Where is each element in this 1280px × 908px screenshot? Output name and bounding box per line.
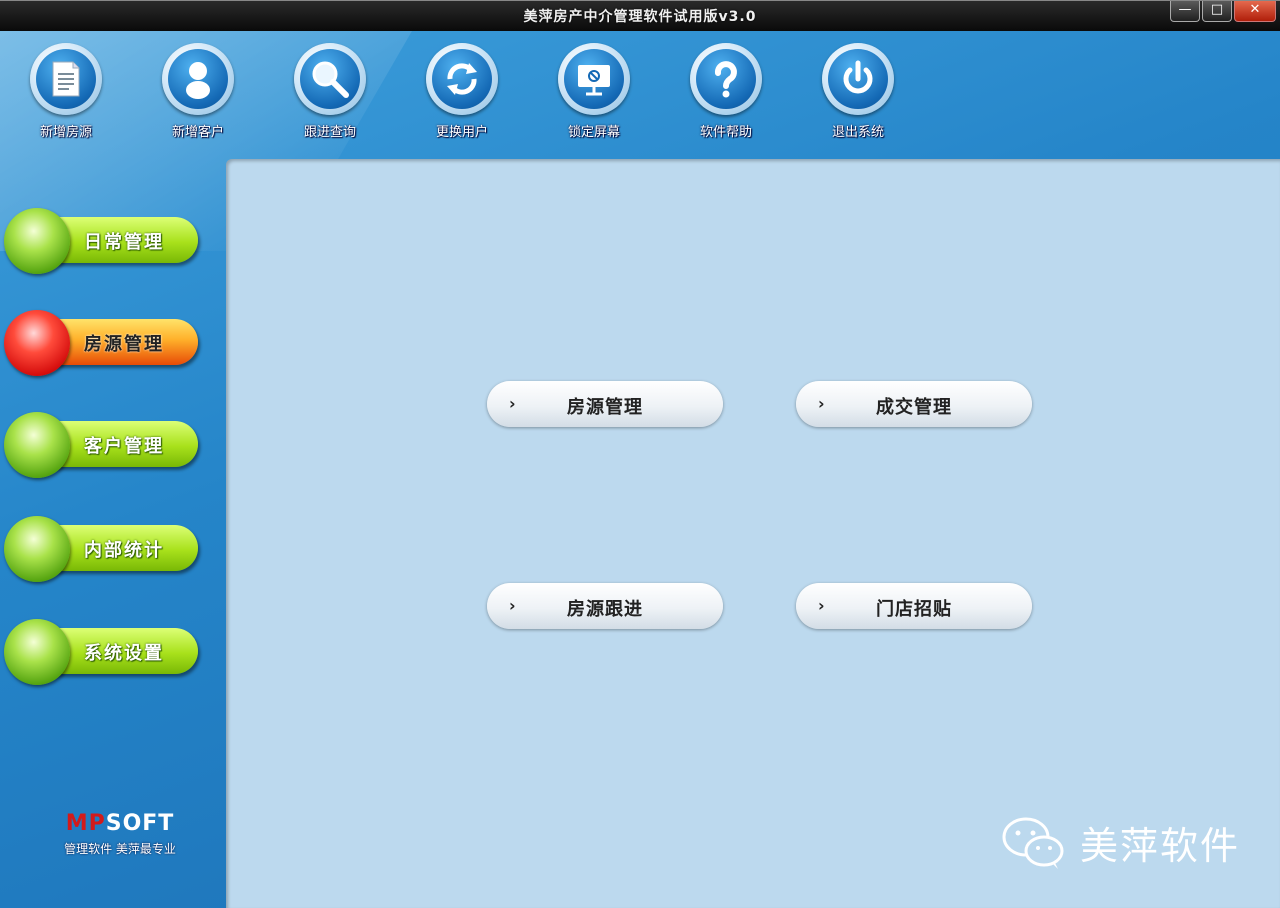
brand-logo: MPSOFT 管理软件 美萍最专业 — [40, 811, 200, 857]
logo-text: MPSOFT — [40, 811, 200, 836]
logo-mp: MP — [65, 811, 106, 836]
main-window: 新增房源 新增客户 跟进查询 更换用户 锁定屏幕 软件帮助 退出系统 日常管理 … — [0, 31, 1280, 908]
user-icon — [186, 62, 210, 99]
green-orb-icon — [4, 412, 70, 478]
toolbar-label: 锁定屏幕 — [567, 125, 620, 140]
magnifier-icon — [312, 61, 349, 98]
toolbar-new-customer[interactable]: 新增客户 — [143, 43, 253, 140]
sidebar-item-label: 系统设置 — [84, 643, 164, 664]
refresh-icon — [447, 63, 477, 95]
sidebar-item-system-settings[interactable]: 系统设置 — [4, 619, 204, 685]
sidebar-item-daily-management[interactable]: 日常管理 — [4, 208, 204, 274]
button-label: 房源管理 — [567, 397, 643, 418]
store-poster-button[interactable]: › 门店招贴 — [796, 583, 1032, 629]
listing-management-button[interactable]: › 房源管理 — [487, 381, 723, 427]
toolbar-label: 软件帮助 — [699, 125, 752, 140]
sidebar-item-label: 日常管理 — [84, 232, 164, 253]
watermark-text: 美萍软件 — [1079, 824, 1240, 868]
toolbar-label: 更换用户 — [435, 125, 488, 140]
sidebar-item-listing-management[interactable]: 房源管理 — [4, 310, 204, 376]
toolbar-switch-user[interactable]: 更换用户 — [407, 43, 517, 140]
sidebar-item-label: 内部统计 — [84, 540, 164, 561]
window-controls: — □ ✕ — [1170, 1, 1276, 22]
sidebar-item-label: 客户管理 — [84, 436, 164, 457]
green-orb-icon — [4, 516, 70, 582]
content-panel: › 房源管理 › 成交管理 › 房源跟进 › 门店招贴 美萍软件 — [226, 159, 1280, 908]
question-icon — [714, 61, 737, 98]
toolbar-label: 退出系统 — [831, 125, 884, 140]
red-orb-icon — [4, 310, 70, 376]
toolbar-follow-up-query[interactable]: 跟进查询 — [275, 43, 385, 140]
sidebar-item-internal-statistics[interactable]: 内部统计 — [4, 516, 204, 582]
button-label: 房源跟进 — [567, 599, 643, 620]
title-bar: 美萍房产中介管理软件试用版v3.0 — □ ✕ — [0, 0, 1280, 31]
green-orb-icon — [4, 208, 70, 274]
toolbar-label: 新增房源 — [39, 125, 92, 140]
toolbar-label: 跟进查询 — [303, 125, 356, 140]
window-title: 美萍房产中介管理软件试用版v3.0 — [523, 9, 757, 25]
sidebar: 日常管理 房源管理 客户管理 内部统计 系统设置 MPSOFT 管理软件 美萍最… — [0, 156, 225, 908]
deal-management-button[interactable]: › 成交管理 — [796, 381, 1032, 427]
green-orb-icon — [4, 619, 70, 685]
sidebar-item-label: 房源管理 — [84, 334, 164, 355]
toolbar-exit[interactable]: 退出系统 — [803, 43, 913, 140]
maximize-button[interactable]: □ — [1202, 1, 1232, 22]
brand-slogan: 管理软件 美萍最专业 — [64, 842, 176, 856]
monitor-lock-icon — [578, 65, 610, 96]
toolbar-label: 新增客户 — [171, 125, 224, 140]
close-button[interactable]: ✕ — [1234, 1, 1276, 22]
toolbar-new-listing[interactable]: 新增房源 — [11, 43, 121, 140]
toolbar-help[interactable]: 软件帮助 — [671, 43, 781, 140]
listing-follow-up-button[interactable]: › 房源跟进 — [487, 583, 723, 629]
toolbar-icon-ring — [30, 43, 102, 115]
button-label: 成交管理 — [876, 397, 952, 418]
button-label: 门店招贴 — [876, 599, 952, 620]
sidebar-item-customer-management[interactable]: 客户管理 — [4, 412, 204, 478]
logo-soft: SOFT — [105, 811, 175, 836]
toolbar: 新增房源 新增客户 跟进查询 更换用户 锁定屏幕 软件帮助 退出系统 — [0, 31, 1280, 156]
wechat-icon — [1002, 817, 1064, 869]
watermark: 美萍软件 — [1002, 815, 1240, 870]
minimize-button[interactable]: — — [1170, 1, 1200, 22]
document-icon — [52, 61, 80, 97]
power-icon — [843, 60, 873, 94]
toolbar-lock-screen[interactable]: 锁定屏幕 — [539, 43, 649, 140]
